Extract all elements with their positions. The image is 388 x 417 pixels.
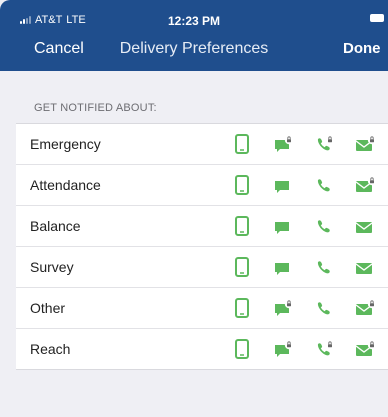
mobile-icon[interactable]	[232, 288, 252, 328]
phone-locked-icon[interactable]	[313, 329, 337, 369]
battery-icon	[370, 14, 384, 22]
chat-locked-icon[interactable]	[272, 288, 296, 328]
pref-row-other[interactable]: Other	[16, 288, 388, 329]
mobile-icon[interactable]	[232, 206, 252, 246]
top-bar: AT&T LTE 12:23 PM Cancel Delivery Prefer…	[0, 0, 388, 71]
mobile-icon[interactable]	[232, 124, 252, 164]
mail-icon[interactable]	[353, 247, 379, 287]
pref-row-reach[interactable]: Reach	[16, 329, 388, 369]
pref-row-survey[interactable]: Survey	[16, 247, 388, 288]
mobile-icon[interactable]	[232, 165, 252, 205]
phone-icon[interactable]	[313, 247, 337, 287]
status-time: 12:23 PM	[167, 14, 221, 28]
screen: AT&T LTE 12:23 PM Cancel Delivery Prefer…	[0, 0, 388, 417]
pref-row-label: Attendance	[30, 177, 101, 193]
pref-row-attendance[interactable]: Attendance	[16, 165, 388, 206]
pref-row-label: Other	[30, 300, 66, 316]
pref-row-balance[interactable]: Balance	[16, 206, 388, 247]
pref-row-label: Balance	[30, 218, 81, 234]
section-header: GET NOTIFIED ABOUT:	[34, 102, 157, 114]
mail-locked-icon[interactable]	[353, 124, 379, 164]
done-button[interactable]: Done	[343, 40, 381, 57]
chat-locked-icon[interactable]	[272, 124, 296, 164]
chat-icon[interactable]	[272, 206, 296, 246]
preferences-list: Emergency Attendance Balance Survey Other Rea…	[16, 123, 388, 370]
mail-locked-icon[interactable]	[353, 165, 379, 205]
phone-locked-icon[interactable]	[313, 124, 337, 164]
mail-icon[interactable]	[353, 206, 379, 246]
mobile-icon[interactable]	[232, 329, 252, 369]
chat-icon[interactable]	[272, 165, 296, 205]
phone-icon[interactable]	[313, 165, 337, 205]
mail-locked-icon[interactable]	[353, 329, 379, 369]
pref-row-label: Survey	[30, 259, 74, 275]
nav-bar: Cancel Delivery Preferences Done	[0, 36, 388, 66]
mail-locked-icon[interactable]	[353, 288, 379, 328]
phone-icon[interactable]	[313, 288, 337, 328]
chat-icon[interactable]	[272, 247, 296, 287]
pref-row-emergency[interactable]: Emergency	[16, 124, 388, 165]
pref-row-label: Emergency	[30, 136, 101, 152]
mobile-icon[interactable]	[232, 247, 252, 287]
chat-locked-icon[interactable]	[272, 329, 296, 369]
page-title: Delivery Preferences	[119, 40, 269, 57]
pref-row-label: Reach	[30, 341, 71, 357]
status-bar: AT&T LTE 12:23 PM	[0, 0, 388, 28]
phone-icon[interactable]	[313, 206, 337, 246]
